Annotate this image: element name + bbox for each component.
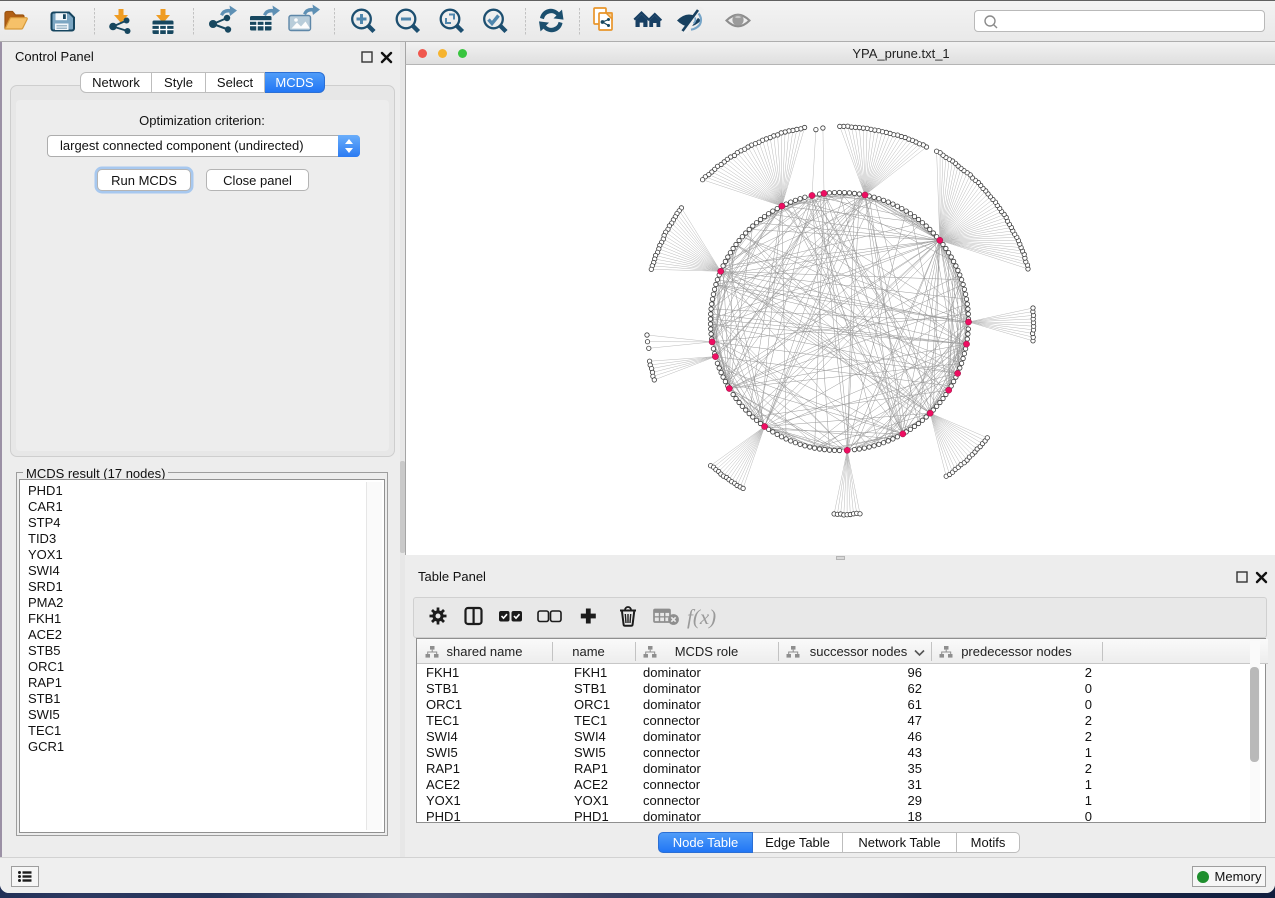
- svg-text:f(x): f(x): [687, 605, 716, 629]
